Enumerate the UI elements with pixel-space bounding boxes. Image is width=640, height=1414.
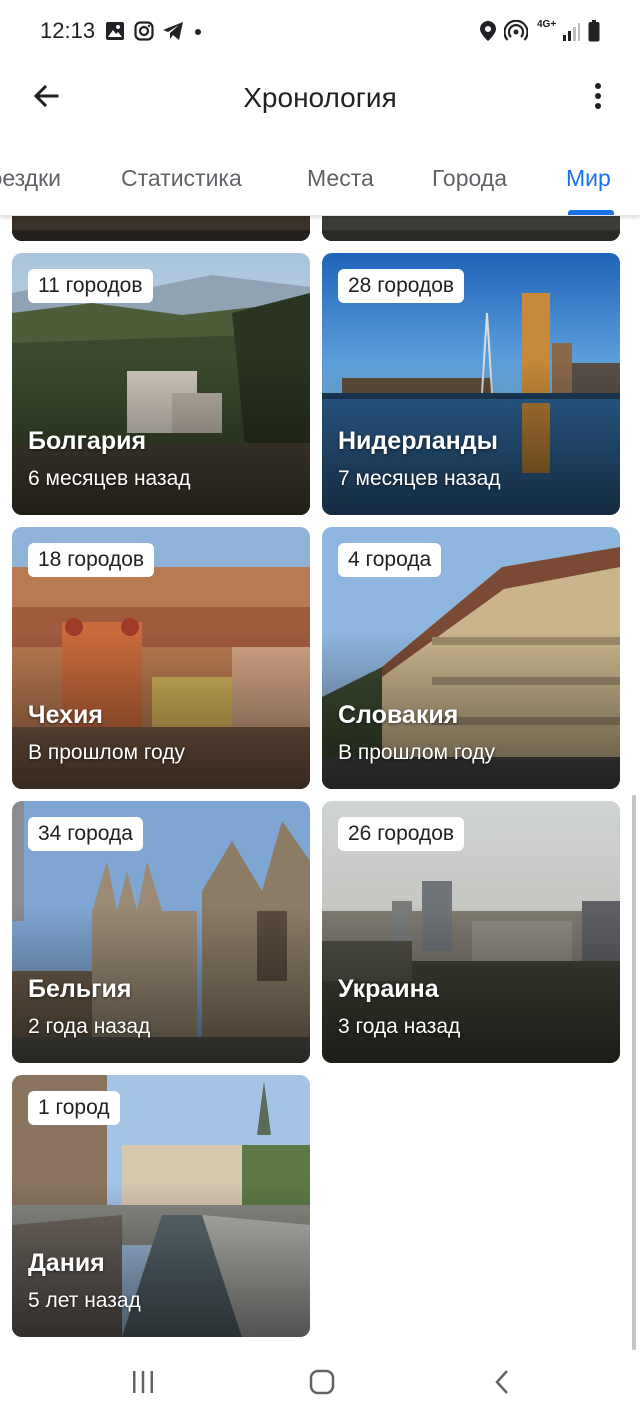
- tab-trips[interactable]: Поездки: [0, 165, 61, 192]
- network-type-label: 4G+: [537, 19, 557, 30]
- country-card[interactable]: 26 городов Украина 3 года назад: [322, 801, 620, 1063]
- city-count-chip: 34 города: [28, 817, 143, 851]
- country-card[interactable]: 1 город Дания 5 лет назад: [12, 1075, 310, 1337]
- recent-apps-icon: [130, 1369, 156, 1400]
- visit-time: 7 месяцев назад: [338, 467, 501, 490]
- gallery-icon: [104, 20, 126, 42]
- active-tab-indicator: [568, 210, 614, 215]
- country-name: Украина: [338, 975, 439, 1003]
- visit-time: 5 лет назад: [28, 1289, 141, 1312]
- country-name: Чехия: [28, 701, 103, 729]
- city-count-chip: 26 городов: [338, 817, 465, 851]
- tab-bar: Поездки Статистика Места Города Мир: [0, 150, 640, 216]
- country-card-partial[interactable]: [12, 216, 310, 241]
- location-icon: [478, 20, 498, 42]
- battery-icon: [586, 20, 602, 42]
- telegram-icon: [161, 20, 185, 42]
- visit-time: 3 года назад: [338, 1015, 461, 1038]
- country-name: Нидерланды: [338, 427, 498, 455]
- countries-grid: 11 городов Болгария 6 месяцев назад 28 г…: [0, 216, 640, 1350]
- country-card[interactable]: 4 города Словакия В прошлом году: [322, 527, 620, 789]
- city-count-chip: 11 городов: [28, 269, 153, 303]
- signal-icon: [561, 20, 581, 42]
- visit-time: 6 месяцев назад: [28, 467, 191, 490]
- tab-world[interactable]: Мир: [566, 165, 611, 192]
- home-button[interactable]: [302, 1366, 342, 1402]
- scrollbar[interactable]: [632, 795, 636, 1350]
- notification-dot-icon: [195, 29, 201, 35]
- status-bar: 12:13 4G+: [0, 0, 640, 64]
- hotspot-icon: [504, 20, 528, 42]
- visit-time: 2 года назад: [28, 1015, 151, 1038]
- country-name: Дания: [28, 1249, 105, 1277]
- country-card[interactable]: 34 города Бельгия 2 года назад: [12, 801, 310, 1063]
- instagram-icon: [133, 20, 155, 42]
- city-count-chip: 1 город: [28, 1091, 120, 1125]
- visit-time: В прошлом году: [28, 741, 186, 764]
- country-card[interactable]: 11 городов Болгария 6 месяцев назад: [12, 253, 310, 515]
- page-title: Хронология: [243, 82, 397, 113]
- country-card[interactable]: 28 городов Нидерланды 7 месяцев назад: [322, 253, 620, 515]
- city-count-chip: 18 городов: [28, 543, 155, 577]
- city-count-chip: 4 города: [338, 543, 442, 577]
- tab-statistics[interactable]: Статистика: [121, 165, 242, 192]
- more-vert-icon: [594, 82, 602, 115]
- app-bar: Хронология: [0, 64, 640, 134]
- country-name: Болгария: [28, 427, 147, 455]
- more-options-button[interactable]: [578, 78, 618, 118]
- country-card-partial[interactable]: [322, 216, 620, 241]
- home-icon: [308, 1368, 336, 1401]
- tab-places[interactable]: Места: [307, 165, 374, 192]
- system-nav-bar: [0, 1350, 640, 1414]
- country-photo: [322, 216, 620, 241]
- tab-cities[interactable]: Города: [432, 165, 507, 192]
- status-time: 12:13: [40, 18, 96, 43]
- visit-time: В прошлом году: [338, 741, 496, 764]
- country-name: Словакия: [338, 701, 459, 729]
- nav-back-button[interactable]: [482, 1366, 522, 1402]
- city-count-chip: 28 городов: [338, 269, 465, 303]
- country-card[interactable]: 18 городов Чехия В прошлом году: [12, 527, 310, 789]
- back-icon: [491, 1368, 513, 1401]
- country-photo: [12, 216, 310, 241]
- country-name: Бельгия: [28, 975, 132, 1003]
- recent-apps-button[interactable]: [123, 1366, 163, 1402]
